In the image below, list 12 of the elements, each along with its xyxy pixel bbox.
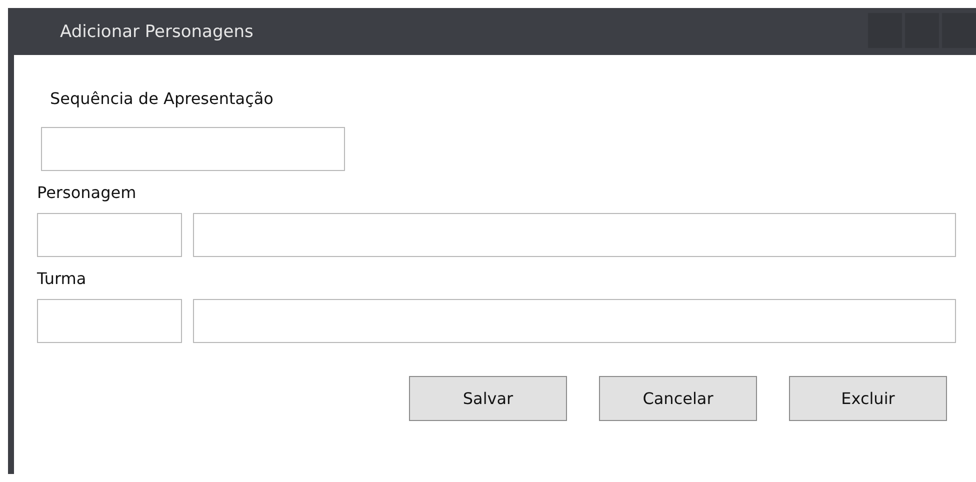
code-field[interactable] [37,213,182,257]
field-label: Personagem [37,183,138,202]
field-label: Sequência de Apresentação [50,89,274,108]
description-field[interactable] [193,299,956,343]
window-title: Adicionar Personagens [60,22,254,42]
code-field[interactable] [37,299,182,343]
action-button[interactable]: Cancelar [599,376,757,421]
action-button[interactable]: Excluir [789,376,947,421]
action-button[interactable]: Salvar [409,376,567,421]
description-field[interactable] [193,213,956,257]
field-label: Turma [37,269,88,288]
input-field[interactable] [41,127,345,171]
